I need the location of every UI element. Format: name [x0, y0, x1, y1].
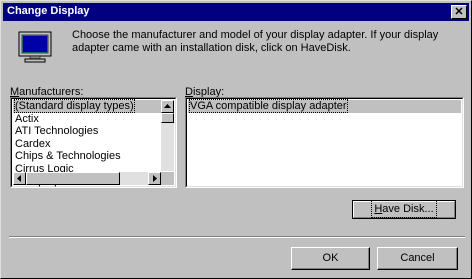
horizontal-scroll-thumb[interactable]: [26, 172, 120, 185]
close-icon: ✕: [454, 6, 464, 18]
list-item[interactable]: Cardex: [13, 138, 161, 151]
have-disk-label: Have Disk...: [371, 200, 437, 218]
scroll-right-button[interactable]: [148, 172, 161, 185]
instructions-text: Choose the manufacturer and model of you…: [72, 29, 439, 54]
display-list: VGA compatible display adapter: [188, 99, 461, 113]
arrow-up-icon: [164, 104, 171, 108]
have-disk-button[interactable]: Have Disk...: [352, 200, 456, 219]
scrollbar-corner: [161, 172, 174, 185]
change-display-dialog: Change Display ✕ Choose the manufacturer…: [0, 0, 472, 279]
list-item-label: Cardex: [15, 137, 51, 150]
ok-label: OK: [322, 252, 339, 264]
close-button[interactable]: ✕: [451, 5, 467, 19]
title-bar[interactable]: Change Display ✕: [3, 3, 469, 21]
list-item-label: VGA compatible display adapter: [189, 99, 348, 113]
monitor-icon: [18, 31, 52, 63]
vertical-scroll-thumb[interactable]: [161, 113, 174, 123]
arrow-right-icon: [153, 175, 157, 182]
list-item[interactable]: ATI Technologies: [13, 125, 161, 138]
manufacturers-listbox[interactable]: (Standard display types) Actix ATI Technol…: [10, 97, 177, 188]
arrow-left-icon: [17, 175, 21, 182]
list-item[interactable]: (Standard display types): [13, 99, 161, 113]
list-item-label: (Standard display types): [14, 99, 135, 113]
cancel-button[interactable]: Cancel: [377, 247, 458, 270]
list-item-label: Actix: [15, 112, 39, 125]
ok-button[interactable]: OK: [291, 247, 370, 270]
list-item[interactable]: Actix: [13, 113, 161, 126]
scroll-up-button[interactable]: [161, 100, 174, 113]
list-item[interactable]: VGA compatible display adapter: [188, 99, 461, 113]
window-title: Change Display: [7, 5, 90, 17]
scroll-left-button[interactable]: [13, 172, 26, 185]
list-item-label: Chips & Technologies: [15, 150, 121, 162]
list-item[interactable]: Chips & Technologies: [13, 150, 161, 163]
display-listbox[interactable]: VGA compatible display adapter: [185, 97, 464, 188]
list-item-label: ATI Technologies: [15, 125, 99, 137]
cancel-label: Cancel: [400, 252, 435, 264]
separator: [9, 236, 465, 238]
